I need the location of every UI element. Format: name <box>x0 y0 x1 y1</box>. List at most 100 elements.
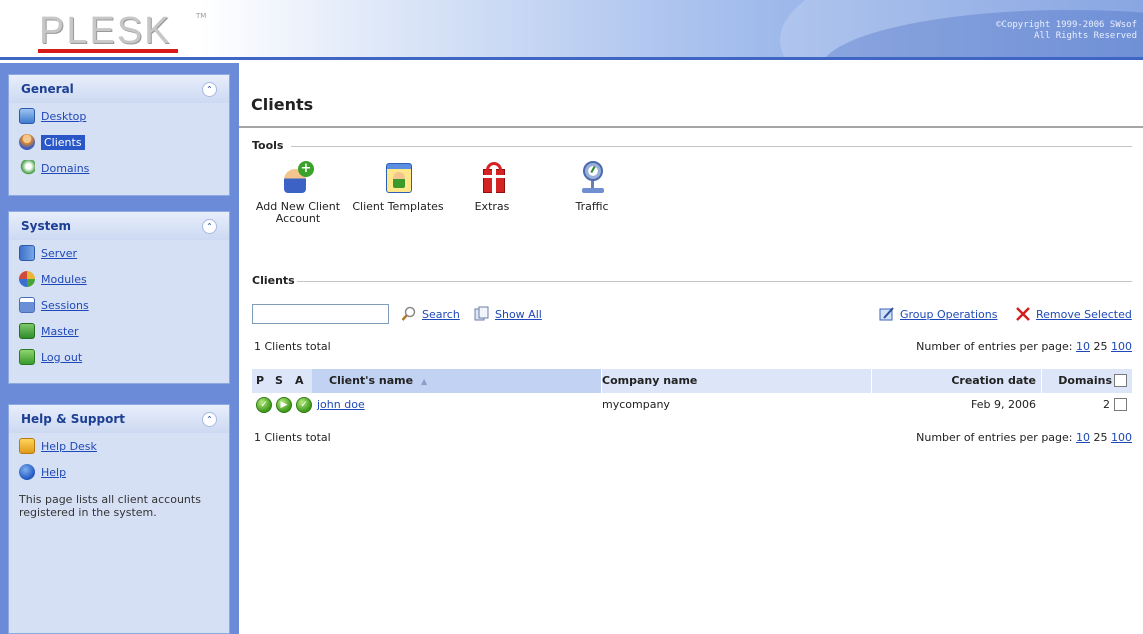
sidebar-item-label[interactable]: Domains <box>41 162 89 175</box>
search-input[interactable] <box>252 304 389 324</box>
sidebar-item-label[interactable]: Modules <box>41 273 87 286</box>
collapse-icon[interactable]: ⌃ <box>202 81 217 97</box>
sidebar-item-label[interactable]: Clients <box>41 134 85 150</box>
client-name-link[interactable]: john doe <box>317 398 365 411</box>
traffic-tool[interactable]: Traffic <box>561 161 623 213</box>
entries-per-page-label: Number of entries per page: <box>916 431 1073 444</box>
column-header-domains[interactable]: Domains <box>1042 369 1112 393</box>
column-header-p[interactable]: P <box>256 369 264 393</box>
sidebar-item-label[interactable]: Master <box>41 325 79 338</box>
sidebar-item-label[interactable]: Help Desk <box>41 440 97 453</box>
server-icon <box>19 245 35 261</box>
per-page-100[interactable]: 100 <box>1111 431 1132 444</box>
clients-icon <box>19 134 35 150</box>
per-page-10[interactable]: 10 <box>1076 431 1090 444</box>
column-header-a[interactable]: A <box>295 369 304 393</box>
company-name-cell: mycompany <box>602 398 670 411</box>
sidebar-item-server[interactable]: Server <box>9 240 229 266</box>
help-panel: Help & Support ⌃ Help Desk Help This pag… <box>8 404 230 634</box>
sidebar-item-label[interactable]: Desktop <box>41 110 86 123</box>
check-glyph: ✓ <box>260 400 268 410</box>
help-desk-icon <box>19 438 35 454</box>
general-panel-title: General <box>21 82 74 96</box>
show-all-link-label[interactable]: Show All <box>495 308 542 321</box>
clients-table-header: P S A Client's name ▲ Company name Creat… <box>252 369 1132 393</box>
entries-per-page-label: Number of entries per page: <box>916 340 1073 353</box>
sidebar-item-modules[interactable]: Modules <box>9 266 229 292</box>
sidebar-item-label[interactable]: Sessions <box>41 299 89 312</box>
row-select-checkbox[interactable] <box>1114 398 1127 411</box>
column-header-label[interactable]: Client's name <box>329 374 413 387</box>
per-page-100[interactable]: 100 <box>1111 340 1132 353</box>
show-all-link[interactable]: Show All <box>474 306 542 322</box>
general-panel-header: General ⌃ <box>9 75 229 103</box>
clients-section-label: Clients <box>252 274 295 287</box>
sidebar-item-desktop[interactable]: Desktop <box>9 103 229 129</box>
status-started-icon[interactable]: ▶ <box>276 397 292 413</box>
system-panel: System ⌃ Server Modules Sessions Master … <box>8 211 230 384</box>
tool-label: Traffic <box>575 200 609 213</box>
clients-total-top: 1 Clients total <box>254 340 331 353</box>
clients-section-divider <box>297 281 1132 282</box>
left-navigation: General ⌃ Desktop Clients Domains System… <box>0 63 239 634</box>
remove-selected-link[interactable]: Remove Selected <box>1015 306 1132 322</box>
sidebar-item-help[interactable]: Help <box>9 459 229 485</box>
collapse-icon[interactable]: ⌃ <box>202 218 217 234</box>
search-link[interactable]: Search <box>401 306 460 322</box>
group-operations-link[interactable]: Group Operations <box>879 306 997 322</box>
sidebar-item-help-desk[interactable]: Help Desk <box>9 433 229 459</box>
extras-tool[interactable]: Extras <box>461 161 523 213</box>
sidebar-item-logout[interactable]: Log out <box>9 344 229 370</box>
per-page-10[interactable]: 10 <box>1076 340 1090 353</box>
plesk-logo: PLESK <box>39 10 172 52</box>
logo-trademark: TM <box>196 12 207 20</box>
tool-label: Add New Client Account <box>255 200 341 225</box>
help-panel-header: Help & Support ⌃ <box>9 405 229 433</box>
column-header-s[interactable]: S <box>275 369 283 393</box>
client-templates-tool[interactable]: Client Templates <box>350 161 446 213</box>
extras-gift-icon <box>474 161 510 195</box>
page-title: Clients <box>251 95 314 114</box>
logout-icon <box>19 349 35 365</box>
status-ok-icon: ✓ <box>256 397 272 413</box>
traffic-icon <box>574 161 610 195</box>
domains-count-cell: 2 <box>1103 398 1110 411</box>
domains-icon <box>19 160 35 176</box>
sessions-icon <box>19 297 35 313</box>
copyright-line: ©Copyright 1999-2006 SWsof <box>996 20 1137 30</box>
system-panel-title: System <box>21 219 71 233</box>
help-panel-title: Help & Support <box>21 412 125 426</box>
sidebar-item-label[interactable]: Log out <box>41 351 82 364</box>
sidebar-item-label[interactable]: Help <box>41 466 66 479</box>
per-page-25-current: 25 <box>1093 340 1108 353</box>
sidebar-item-domains[interactable]: Domains <box>9 155 229 181</box>
sidebar-item-sessions[interactable]: Sessions <box>9 292 229 318</box>
add-client-icon: + <box>280 161 316 195</box>
column-header-company[interactable]: Company name <box>602 369 697 393</box>
sidebar-item-master[interactable]: Master <box>9 318 229 344</box>
sidebar-item-clients[interactable]: Clients <box>9 129 229 155</box>
play-glyph: ▶ <box>280 400 288 410</box>
check-glyph: ✓ <box>300 400 308 410</box>
search-link-label[interactable]: Search <box>422 308 460 321</box>
tools-section-divider <box>291 146 1132 147</box>
status-active-icon: ✓ <box>296 397 312 413</box>
system-panel-header: System ⌃ <box>9 212 229 240</box>
collapse-icon[interactable]: ⌃ <box>202 411 217 427</box>
per-page-25-current: 25 <box>1093 431 1108 444</box>
sort-ascending-icon: ▲ <box>420 377 428 386</box>
client-templates-icon <box>380 161 416 195</box>
group-operations-label[interactable]: Group Operations <box>900 308 997 321</box>
tool-label: Extras <box>474 200 510 213</box>
tool-label: Client Templates <box>352 200 444 213</box>
column-header-clients-name[interactable]: Client's name ▲ <box>312 369 601 393</box>
copyright-line: All Rights Reserved <box>1034 31 1137 41</box>
select-all-checkbox[interactable] <box>1114 374 1127 387</box>
sidebar-item-label[interactable]: Server <box>41 247 77 260</box>
help-icon <box>19 464 35 480</box>
remove-selected-label[interactable]: Remove Selected <box>1036 308 1132 321</box>
column-header-creation-date[interactable]: Creation date <box>872 369 1036 393</box>
add-new-client-tool[interactable]: + Add New Client Account <box>252 161 344 225</box>
table-row: ✓ ▶ ✓ john doe mycompany Feb 9, 2006 2 <box>252 393 1132 417</box>
client-name-cell: john doe <box>317 393 365 417</box>
